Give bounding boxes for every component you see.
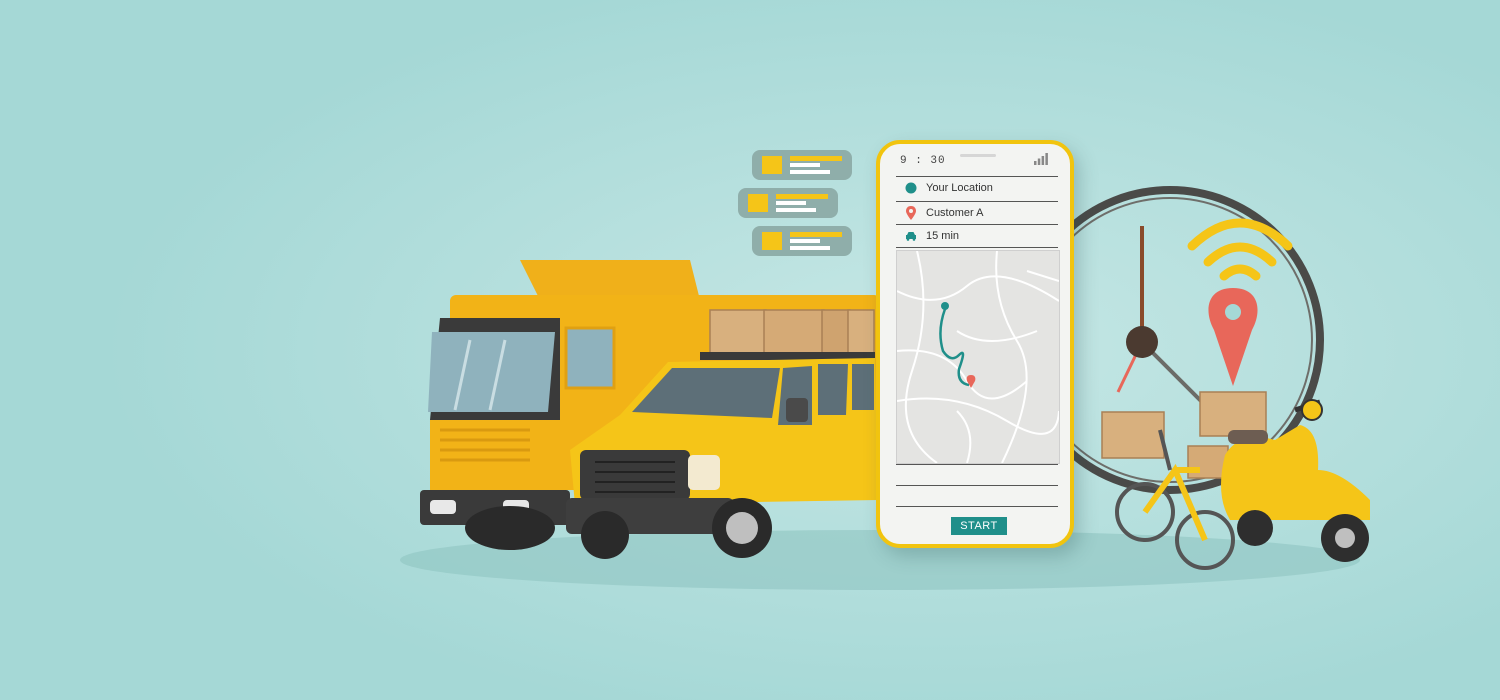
origin-row[interactable]: Your Location	[896, 176, 1058, 199]
start-button[interactable]: START	[951, 517, 1007, 535]
route-map[interactable]	[896, 250, 1060, 464]
car-icon	[904, 229, 918, 243]
eta-label: 15 min	[926, 230, 960, 242]
destination-row[interactable]: Customer A	[896, 201, 1058, 224]
message-card	[752, 150, 852, 180]
card-thumbnail	[762, 156, 782, 174]
location-pin-icon	[904, 206, 918, 220]
roof-boxes	[700, 309, 875, 360]
signal-icon	[1034, 153, 1048, 165]
destination-label: Customer A	[926, 207, 984, 219]
eta-row: 15 min	[896, 224, 1058, 248]
origin-label: Your Location	[926, 182, 993, 194]
card-thumbnail	[748, 194, 768, 212]
smartphone: 9 : 30 Your Location Customer A 15 min S…	[876, 140, 1074, 548]
dot-icon	[904, 181, 918, 195]
message-card	[738, 188, 838, 218]
message-card	[752, 226, 852, 256]
card-thumbnail	[762, 232, 782, 250]
status-time: 9 : 30	[900, 155, 946, 167]
delivery-illustration	[0, 0, 1500, 700]
phone-speaker	[960, 154, 996, 157]
map-roads	[897, 251, 1059, 463]
